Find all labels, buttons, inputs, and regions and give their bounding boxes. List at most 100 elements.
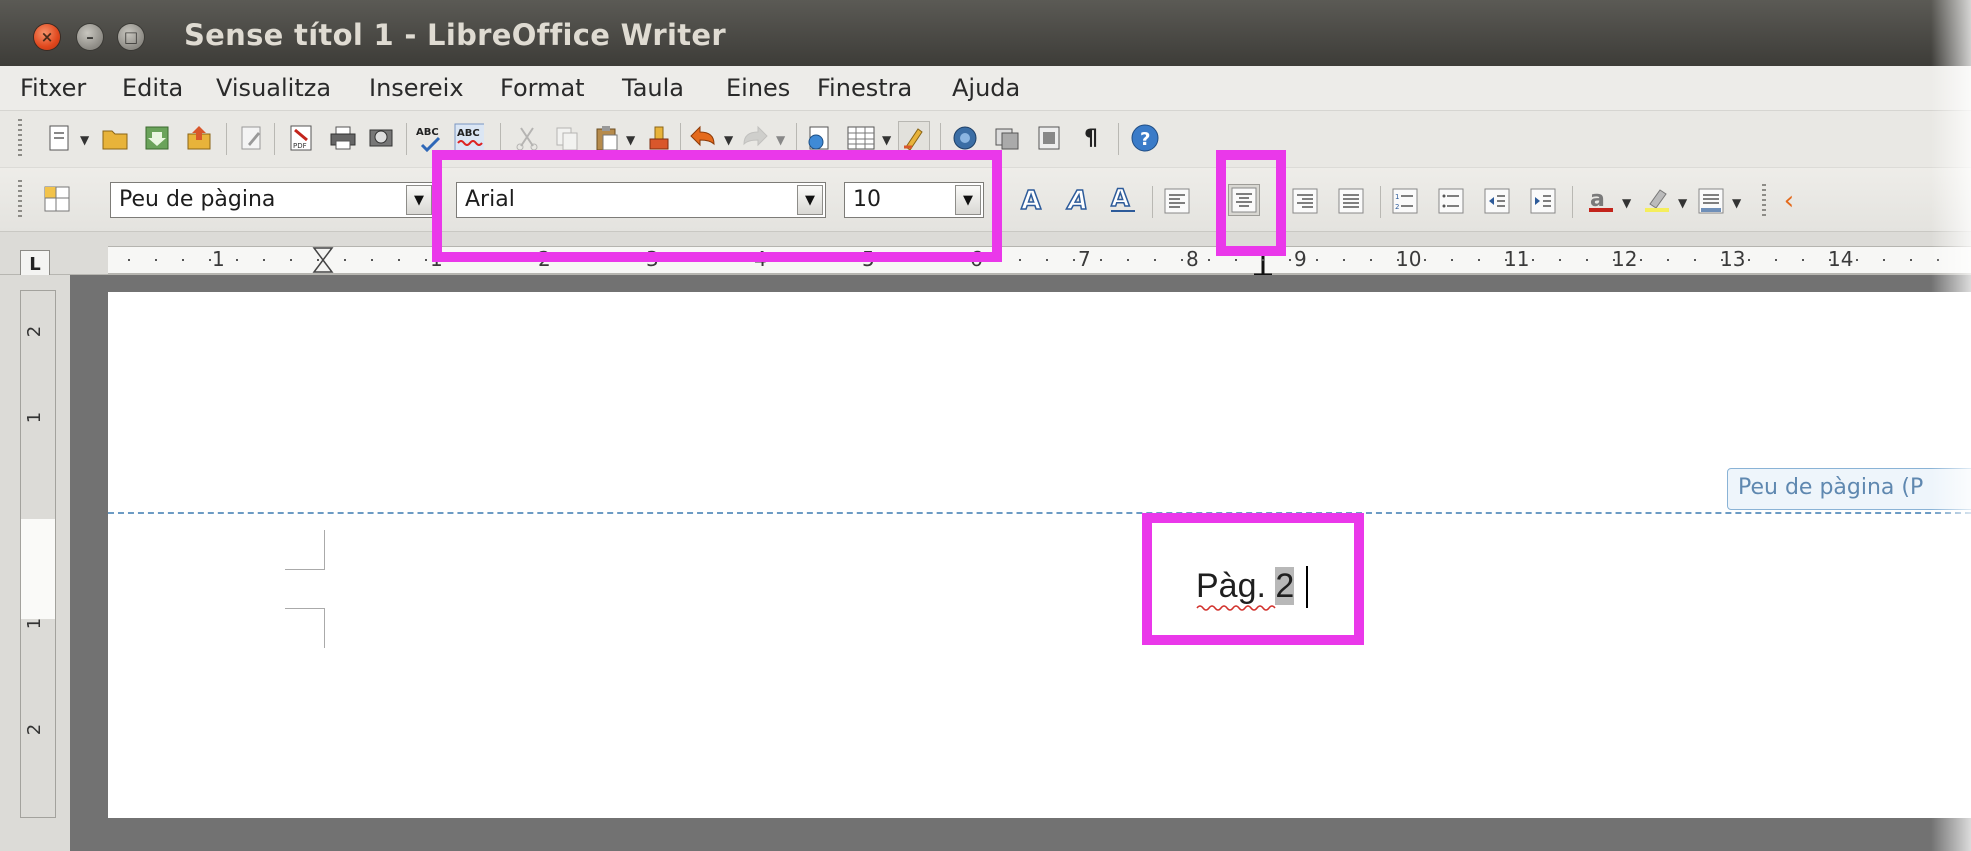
font-color-dropdown-arrow[interactable]: ▼ — [1622, 196, 1631, 210]
menu-ajuda[interactable]: Ajuda — [952, 74, 1020, 102]
pdf-icon[interactable]: PDF — [286, 123, 316, 153]
redo-icon[interactable] — [740, 123, 770, 153]
ruler-number: 1 — [212, 247, 225, 271]
table-dropdown-arrow[interactable]: ▼ — [882, 133, 891, 147]
align-right-icon[interactable] — [1290, 186, 1320, 216]
ruler-tick — [263, 259, 265, 261]
vertical-ruler-number: 2 — [24, 325, 46, 338]
ruler-tick — [182, 259, 184, 261]
help-icon[interactable]: ? — [1130, 123, 1160, 153]
menu-bar: Fitxer Edita Visualitza Insereix Format … — [0, 66, 1971, 111]
ruler-tick — [1775, 259, 1777, 261]
export-icon[interactable] — [184, 123, 214, 153]
bullets-icon[interactable] — [1436, 186, 1466, 216]
spellcheck-icon[interactable]: ABC — [414, 123, 444, 153]
toolbar-separator — [226, 123, 227, 155]
paragraph-style-value: Peu de pàgina — [119, 187, 276, 212]
italic-icon[interactable]: A — [1064, 184, 1094, 214]
close-icon: × — [40, 28, 54, 46]
increase-indent-icon[interactable] — [1528, 186, 1558, 216]
paste-dropdown-arrow[interactable]: ▼ — [626, 133, 635, 147]
background-color-icon[interactable] — [1696, 186, 1726, 216]
title-bar: × – □ Sense títol 1 - LibreOffice Writer — [0, 0, 1971, 66]
edit-file-icon[interactable] — [236, 123, 266, 153]
undo-dropdown-arrow[interactable]: ▼ — [724, 133, 733, 147]
maximize-window-button[interactable]: □ — [118, 24, 144, 50]
toolbar-grip[interactable] — [1762, 184, 1766, 216]
decrease-indent-icon[interactable] — [1482, 186, 1512, 216]
new-document-icon[interactable] — [44, 123, 74, 153]
align-left-icon[interactable] — [1162, 186, 1192, 216]
ruler-tick — [1505, 259, 1507, 261]
close-window-button[interactable]: × — [34, 24, 60, 50]
menu-taula[interactable]: Taula — [622, 74, 684, 102]
font-color-icon[interactable]: a — [1586, 184, 1616, 214]
clone-format-icon[interactable] — [644, 123, 674, 153]
ruler-tick — [1883, 259, 1885, 261]
footer-boundary-line — [108, 512, 1971, 514]
paragraph-style-dropdown-button[interactable]: ▼ — [406, 185, 432, 215]
menu-eines[interactable]: Eines — [726, 74, 790, 102]
paste-icon[interactable] — [592, 123, 622, 153]
underline-icon[interactable]: A — [1108, 184, 1138, 214]
ruler-tick — [1316, 259, 1318, 261]
justify-icon[interactable] — [1336, 186, 1366, 216]
toolbar-grip[interactable] — [18, 180, 22, 220]
print-icon[interactable] — [328, 123, 358, 153]
toolbar-separator — [1380, 186, 1381, 218]
bold-icon[interactable]: A — [1018, 184, 1048, 214]
ruler-tick — [1694, 259, 1696, 261]
open-folder-icon[interactable] — [100, 123, 130, 153]
menu-fitxer[interactable]: Fitxer — [20, 74, 86, 102]
cut-icon[interactable] — [512, 123, 542, 153]
paragraph-style-combo[interactable]: Peu de pàgina ▼ — [110, 182, 435, 218]
ruler-tick — [1559, 259, 1561, 261]
ruler-tick — [1640, 259, 1642, 261]
menu-format[interactable]: Format — [500, 74, 585, 102]
menu-edita[interactable]: Edita — [122, 74, 183, 102]
table-icon[interactable] — [846, 123, 876, 153]
ruler-tick — [236, 259, 238, 261]
autospellcheck-icon[interactable]: ABC — [454, 123, 484, 153]
save-icon[interactable] — [142, 123, 172, 153]
horizontal-ruler[interactable]: 1 1 2 3 4 5 6 7 8 9 10 11 12 13 14 — [108, 246, 1971, 277]
ruler-tick — [1424, 259, 1426, 261]
print-preview-icon[interactable] — [366, 123, 396, 153]
formatting-marks-icon[interactable]: ¶ — [1076, 123, 1106, 153]
chevron-left-icon[interactable]: ‹ — [1774, 186, 1804, 216]
vertical-ruler-footer-area — [21, 519, 55, 619]
draw-functions-icon[interactable] — [898, 121, 930, 153]
indent-marker-icon[interactable] — [312, 247, 334, 273]
ruler-number: 11 — [1504, 247, 1530, 271]
menu-visualitza[interactable]: Visualitza — [216, 74, 331, 102]
highlight-dropdown-arrow[interactable]: ▼ — [1678, 196, 1687, 210]
menu-insereix[interactable]: Insereix — [369, 74, 464, 102]
highlight-icon[interactable] — [1642, 184, 1672, 214]
footer-indicator-tab[interactable]: Peu de pàgina (P — [1727, 468, 1971, 510]
menu-finestra[interactable]: Finestra — [817, 74, 912, 102]
navigator-icon[interactable] — [950, 123, 980, 153]
toolbar-grip[interactable] — [18, 119, 22, 159]
data-sources-icon[interactable] — [1034, 123, 1064, 153]
background-color-dropdown-arrow[interactable]: ▼ — [1732, 196, 1741, 210]
numbering-icon[interactable]: 12 — [1390, 186, 1420, 216]
styles-formatting-icon[interactable] — [42, 184, 72, 214]
gallery-icon[interactable] — [992, 123, 1022, 153]
hyperlink-icon[interactable] — [804, 123, 834, 153]
ruler-tick — [344, 259, 346, 261]
minimize-window-button[interactable]: – — [77, 24, 103, 50]
ruler-tick — [1586, 259, 1588, 261]
ruler-tick — [1073, 259, 1075, 261]
svg-text:2: 2 — [1395, 203, 1399, 211]
vertical-ruler[interactable]: 2 1 1 2 — [20, 290, 56, 818]
highlight-page-number — [1142, 513, 1364, 645]
copy-icon[interactable] — [552, 123, 582, 153]
ruler-tick — [1856, 259, 1858, 261]
ruler-tick — [1019, 259, 1021, 261]
redo-dropdown-arrow[interactable]: ▼ — [776, 133, 785, 147]
ruler-tick — [1397, 259, 1399, 261]
new-dropdown-arrow[interactable]: ▼ — [80, 133, 89, 147]
undo-icon[interactable] — [688, 123, 718, 153]
document-page[interactable] — [108, 292, 1971, 818]
ruler-tick — [1046, 259, 1048, 261]
